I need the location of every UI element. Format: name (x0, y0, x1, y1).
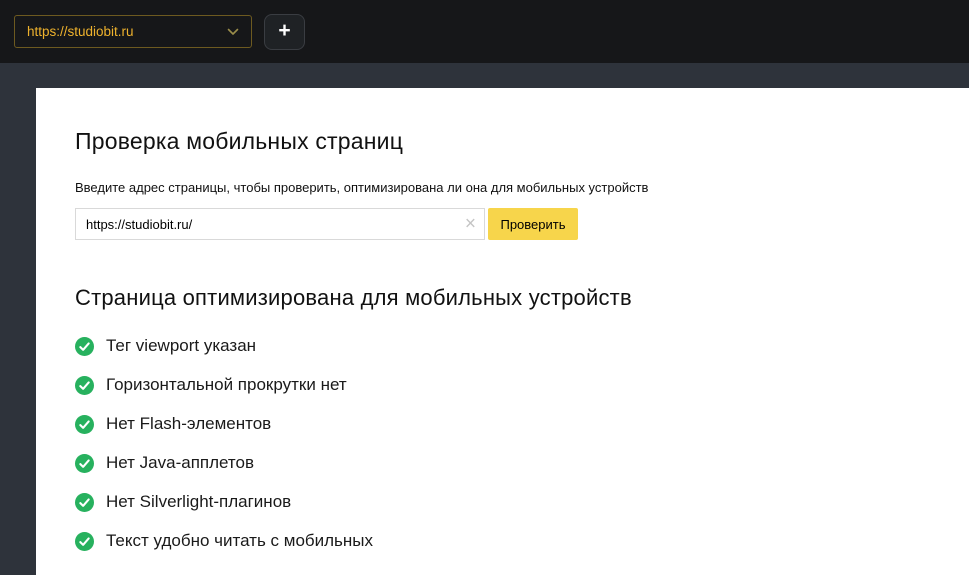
check-list-item: Нет Flash-элементов (75, 414, 939, 434)
success-check-icon (75, 531, 94, 551)
check-label: Тег viewport указан (106, 336, 257, 355)
check-list-item: Нет Silverlight-плагинов (75, 492, 939, 512)
add-site-button[interactable]: + (264, 14, 305, 50)
content-card: Проверка мобильных страниц Введите адрес… (36, 88, 969, 575)
check-list-item: Нет Java-апплетов (75, 453, 939, 473)
chevron-down-icon (227, 28, 239, 35)
result-heading: Страница оптимизирована для мобильных ус… (75, 285, 632, 310)
check-list-item: Текст удобно читать с мобильных (75, 531, 939, 551)
url-input-wrap: × (75, 208, 485, 240)
page-subtitle: Введите адрес страницы, чтобы проверить,… (75, 180, 649, 195)
check-label: Нет Java-апплетов (106, 453, 255, 472)
check-list-item: Тег viewport указан (75, 336, 939, 356)
success-check-icon (75, 375, 94, 395)
url-check-form: × Проверить (75, 208, 939, 240)
page-title: Проверка мобильных страниц (75, 128, 404, 154)
success-check-icon (75, 492, 94, 512)
check-list: Тег viewport указан Горизонтальной прокр… (75, 336, 939, 551)
site-selector-value: https://studiobit.ru (27, 24, 134, 39)
top-header-bar: https://studiobit.ru + (0, 0, 969, 63)
success-check-icon (75, 336, 94, 356)
clear-input-icon[interactable]: × (465, 215, 476, 234)
success-check-icon (75, 453, 94, 473)
check-button[interactable]: Проверить (488, 208, 578, 240)
check-label: Горизонтальной прокрутки нет (106, 375, 347, 394)
url-input[interactable] (76, 209, 484, 239)
check-label: Текст удобно читать с мобильных (106, 531, 374, 550)
check-label: Нет Silverlight-плагинов (106, 492, 292, 511)
site-selector-dropdown[interactable]: https://studiobit.ru (14, 15, 252, 48)
check-label: Нет Flash-элементов (106, 414, 272, 433)
check-list-item: Горизонтальной прокрутки нет (75, 375, 939, 395)
success-check-icon (75, 414, 94, 434)
